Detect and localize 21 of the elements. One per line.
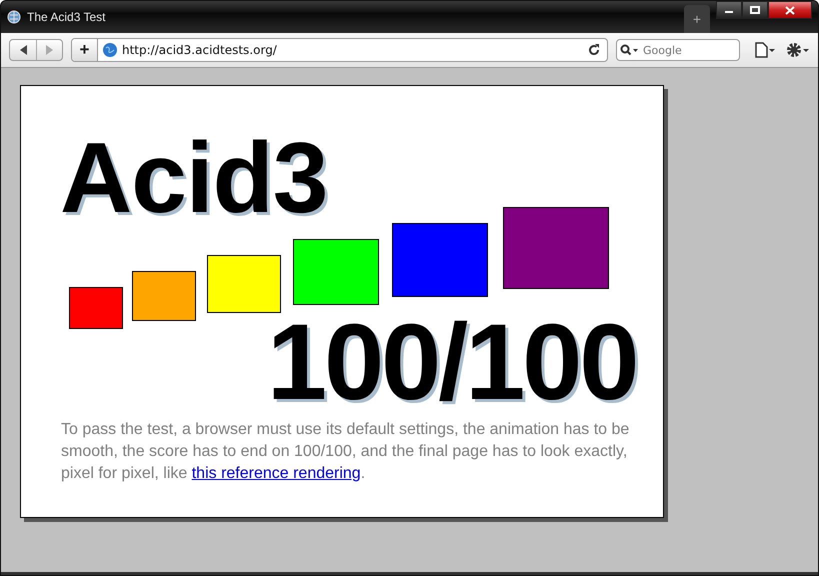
settings-icon[interactable] (786, 42, 810, 58)
maximize-icon (750, 6, 760, 14)
heading: Acid3 (60, 128, 328, 228)
minimize-button[interactable] (716, 1, 742, 19)
globe-icon (102, 42, 118, 58)
add-bookmark-button[interactable]: + (72, 39, 98, 61)
new-tab-button[interactable]: + (684, 5, 710, 33)
search-field[interactable]: Google (616, 39, 740, 61)
address-bar[interactable]: + http://acid3.acidtests.org/ (71, 38, 608, 62)
back-arrow-icon (18, 45, 28, 55)
reload-icon[interactable] (587, 43, 601, 57)
score: 100/100 (267, 308, 636, 416)
description-paragraph: To pass the test, a browser must use its default settings, the animation has to be smooth, the score has to end on 100/100, and the final page has to look exactly, pixel for pixel, like this reference rendering. (61, 420, 630, 484)
maximize-button[interactable] (742, 1, 768, 19)
window-title: The Acid3 Test (27, 10, 106, 24)
close-button[interactable] (768, 1, 812, 19)
forward-arrow-icon (45, 45, 54, 55)
close-icon (785, 6, 795, 14)
globe-icon (7, 10, 21, 24)
reference-link[interactable]: this reference rendering (192, 465, 361, 482)
page-menu-icon[interactable] (754, 42, 776, 58)
